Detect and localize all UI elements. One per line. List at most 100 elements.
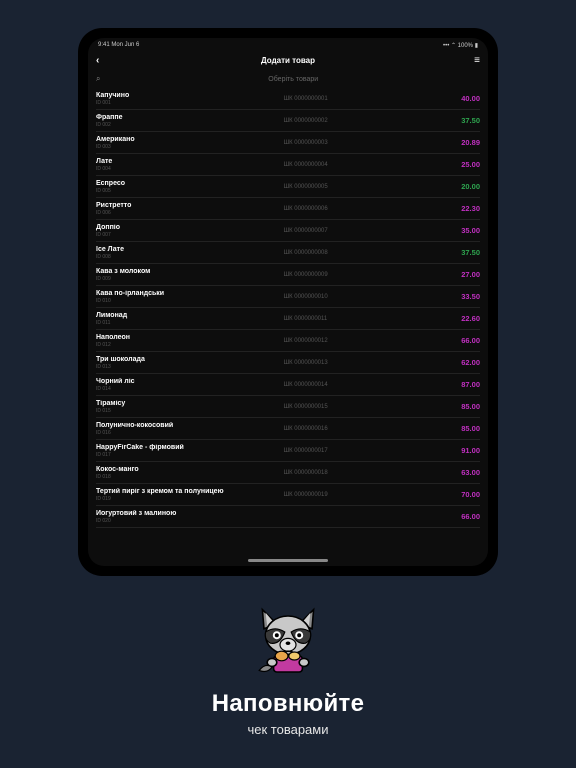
product-name: Полунично-кокосовий (96, 422, 284, 429)
product-price: 33.50 (440, 292, 480, 301)
product-row[interactable]: ТірамісуID 015ШК 000000001585.00 (96, 396, 480, 418)
product-row[interactable]: Кокос-мангоID 018ШК 000000001863.00 (96, 462, 480, 484)
caption-subtitle: чек товарами (0, 722, 576, 737)
product-id: ID 018 (96, 474, 284, 480)
product-id: ID 004 (96, 166, 284, 172)
product-price: 66.00 (440, 336, 480, 345)
raccoon-mascot-icon (248, 600, 328, 680)
product-row[interactable]: ЛимонадID 011ШК 000000001122.60 (96, 308, 480, 330)
product-price: 70.00 (440, 490, 480, 499)
product-list[interactable]: КапучиноID 001ШК 000000000140.00ФраппеID… (88, 88, 488, 557)
product-id: ID 019 (96, 496, 284, 502)
product-price: 37.50 (440, 248, 480, 257)
product-main: ДоппіоID 007 (96, 224, 284, 238)
product-row[interactable]: HappyFirCake - фірмовийID 017ШК 00000000… (96, 440, 480, 462)
product-id: ID 017 (96, 452, 284, 458)
product-main: ФраппеID 002 (96, 114, 284, 128)
product-code: ШК 0000000019 (284, 492, 440, 498)
product-main: Чорний лісID 014 (96, 378, 284, 392)
product-name: Три шоколада (96, 356, 284, 363)
product-row[interactable]: НаполеонID 012ШК 000000001266.00 (96, 330, 480, 352)
tablet-frame: 9:41 Mon Jun 6 ••• ⌃ 100% ▮ ‹ Додати тов… (78, 28, 498, 576)
product-price: 85.00 (440, 424, 480, 433)
product-main: НаполеонID 012 (96, 334, 284, 348)
product-price: 62.00 (440, 358, 480, 367)
product-main: ЕспресоID 005 (96, 180, 284, 194)
search-bar[interactable]: ⌕ Оберіть товари (96, 72, 480, 86)
product-main: ЛимонадID 011 (96, 312, 284, 326)
product-name: Наполеон (96, 334, 284, 341)
product-code: ШК 0000000005 (284, 184, 440, 190)
status-right: ••• ⌃ 100% ▮ (443, 42, 478, 49)
product-price: 27.00 (440, 270, 480, 279)
product-code: ШК 0000000009 (284, 272, 440, 278)
product-row[interactable]: ЕспресоID 005ШК 000000000520.00 (96, 176, 480, 198)
product-id: ID 013 (96, 364, 284, 370)
menu-icon[interactable]: ≡ (474, 55, 480, 66)
product-id: ID 001 (96, 100, 284, 106)
product-row[interactable]: Полунично-кокосовийID 016ШК 000000001685… (96, 418, 480, 440)
product-name: Чорний ліс (96, 378, 284, 385)
product-main: Полунично-кокосовийID 016 (96, 422, 284, 436)
product-price: 40.00 (440, 94, 480, 103)
product-row[interactable]: РистреттоID 006ШК 000000000622.30 (96, 198, 480, 220)
product-main: АмериканоID 003 (96, 136, 284, 150)
product-row[interactable]: АмериканоID 003ШК 000000000320.89 (96, 132, 480, 154)
product-code: ШК 0000000012 (284, 338, 440, 344)
product-price: 85.00 (440, 402, 480, 411)
product-code: ШК 0000000003 (284, 140, 440, 146)
product-id: ID 009 (96, 276, 284, 282)
product-row[interactable]: Три шоколадаID 013ШК 000000001362.00 (96, 352, 480, 374)
product-main: HappyFirCake - фірмовийID 017 (96, 444, 284, 458)
product-price: 22.60 (440, 314, 480, 323)
product-row[interactable]: Кава з молокомID 009ШК 000000000927.00 (96, 264, 480, 286)
caption-title: Наповнюйте (0, 690, 576, 718)
product-code: ШК 0000000015 (284, 404, 440, 410)
product-name: Кава по-ірландськи (96, 290, 284, 297)
status-bar: 9:41 Mon Jun 6 ••• ⌃ 100% ▮ (88, 38, 488, 52)
home-indicator[interactable] (248, 559, 328, 562)
navbar-title: Додати товар (261, 56, 315, 65)
product-main: Кава по-ірландськиID 010 (96, 290, 284, 304)
product-name: Американо (96, 136, 284, 143)
product-main: РистреттоID 006 (96, 202, 284, 216)
tablet-screen: 9:41 Mon Jun 6 ••• ⌃ 100% ▮ ‹ Додати тов… (88, 38, 488, 566)
product-id: ID 010 (96, 298, 284, 304)
product-code: ШК 0000000013 (284, 360, 440, 366)
product-price: 37.50 (440, 116, 480, 125)
product-row[interactable]: Чорний лісID 014ШК 000000001487.00 (96, 374, 480, 396)
product-row[interactable]: Кава по-ірландськиID 010ШК 000000001033.… (96, 286, 480, 308)
caption-block: Наповнюйте чек товарами (0, 600, 576, 737)
product-name: Кава з молоком (96, 268, 284, 275)
product-id: ID 020 (96, 518, 284, 524)
product-main: Йогуртовий з малиноюID 020 (96, 510, 284, 524)
product-id: ID 003 (96, 144, 284, 150)
product-price: 20.89 (440, 138, 480, 147)
product-price: 35.00 (440, 226, 480, 235)
product-row[interactable]: Тертий пиріг з кремом та полуницеюID 019… (96, 484, 480, 506)
product-price: 87.00 (440, 380, 480, 389)
product-name: Лимонад (96, 312, 284, 319)
back-icon[interactable]: ‹ (96, 55, 99, 66)
product-row[interactable]: ДоппіоID 007ШК 000000000735.00 (96, 220, 480, 242)
product-name: Кокос-манго (96, 466, 284, 473)
product-name: HappyFirCake - фірмовий (96, 444, 284, 451)
product-price: 91.00 (440, 446, 480, 455)
product-row[interactable]: Йогуртовий з малиноюID 02066.00 (96, 506, 480, 528)
search-placeholder: Оберіть товари (106, 76, 480, 83)
product-id: ID 007 (96, 232, 284, 238)
product-code: ШК 0000000018 (284, 470, 440, 476)
product-id: ID 015 (96, 408, 284, 414)
product-row[interactable]: ЛатеID 004ШК 000000000425.00 (96, 154, 480, 176)
product-code: ШК 0000000002 (284, 118, 440, 124)
product-row[interactable]: ФраппеID 002ШК 000000000237.50 (96, 110, 480, 132)
product-id: ID 005 (96, 188, 284, 194)
product-code: ШК 0000000017 (284, 448, 440, 454)
product-code: ШК 0000000010 (284, 294, 440, 300)
product-id: ID 006 (96, 210, 284, 216)
product-id: ID 002 (96, 122, 284, 128)
product-code: ШК 0000000014 (284, 382, 440, 388)
product-code: ШК 0000000006 (284, 206, 440, 212)
product-row[interactable]: Ice ЛатеID 008ШК 000000000837.50 (96, 242, 480, 264)
product-row[interactable]: КапучиноID 001ШК 000000000140.00 (96, 88, 480, 110)
